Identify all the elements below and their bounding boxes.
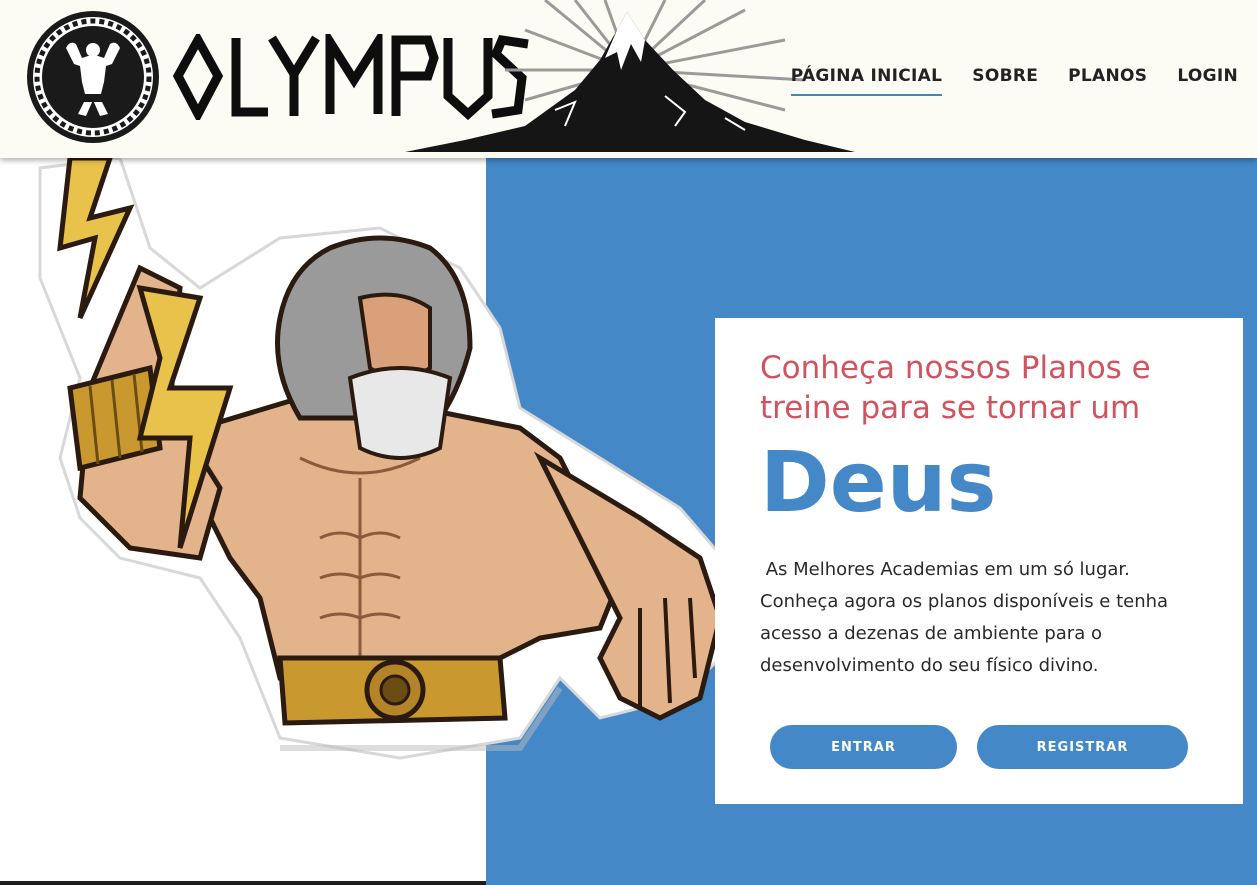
hero-title: Deus [760,433,997,531]
zeus-illustration [38,158,742,760]
hero-description: As Melhores Academias em um só lugar. Co… [760,559,1174,676]
entrar-button[interactable]: ENTRAR [770,725,957,769]
nav-sobre[interactable]: SOBRE [972,66,1038,96]
registrar-button[interactable]: REGISTRAR [977,725,1188,769]
bottom-divider [0,881,486,885]
hero-heading: Conheça nossos Planos e treine para se t… [760,350,1151,426]
hero-card: Conheça nossos Planos e treine para se t… [715,318,1243,804]
site-header: PÁGINA INICIAL SOBRE PLANOS LOGIN [0,0,1257,158]
nav-pagina-inicial[interactable]: PÁGINA INICIAL [790,66,943,96]
bodybuilder-emblem-icon[interactable] [26,10,160,144]
nav-planos[interactable]: PLANOS [1068,66,1147,96]
nav-login[interactable]: LOGIN [1177,66,1238,96]
main-nav: PÁGINA INICIAL SOBRE PLANOS LOGIN [790,66,1238,96]
